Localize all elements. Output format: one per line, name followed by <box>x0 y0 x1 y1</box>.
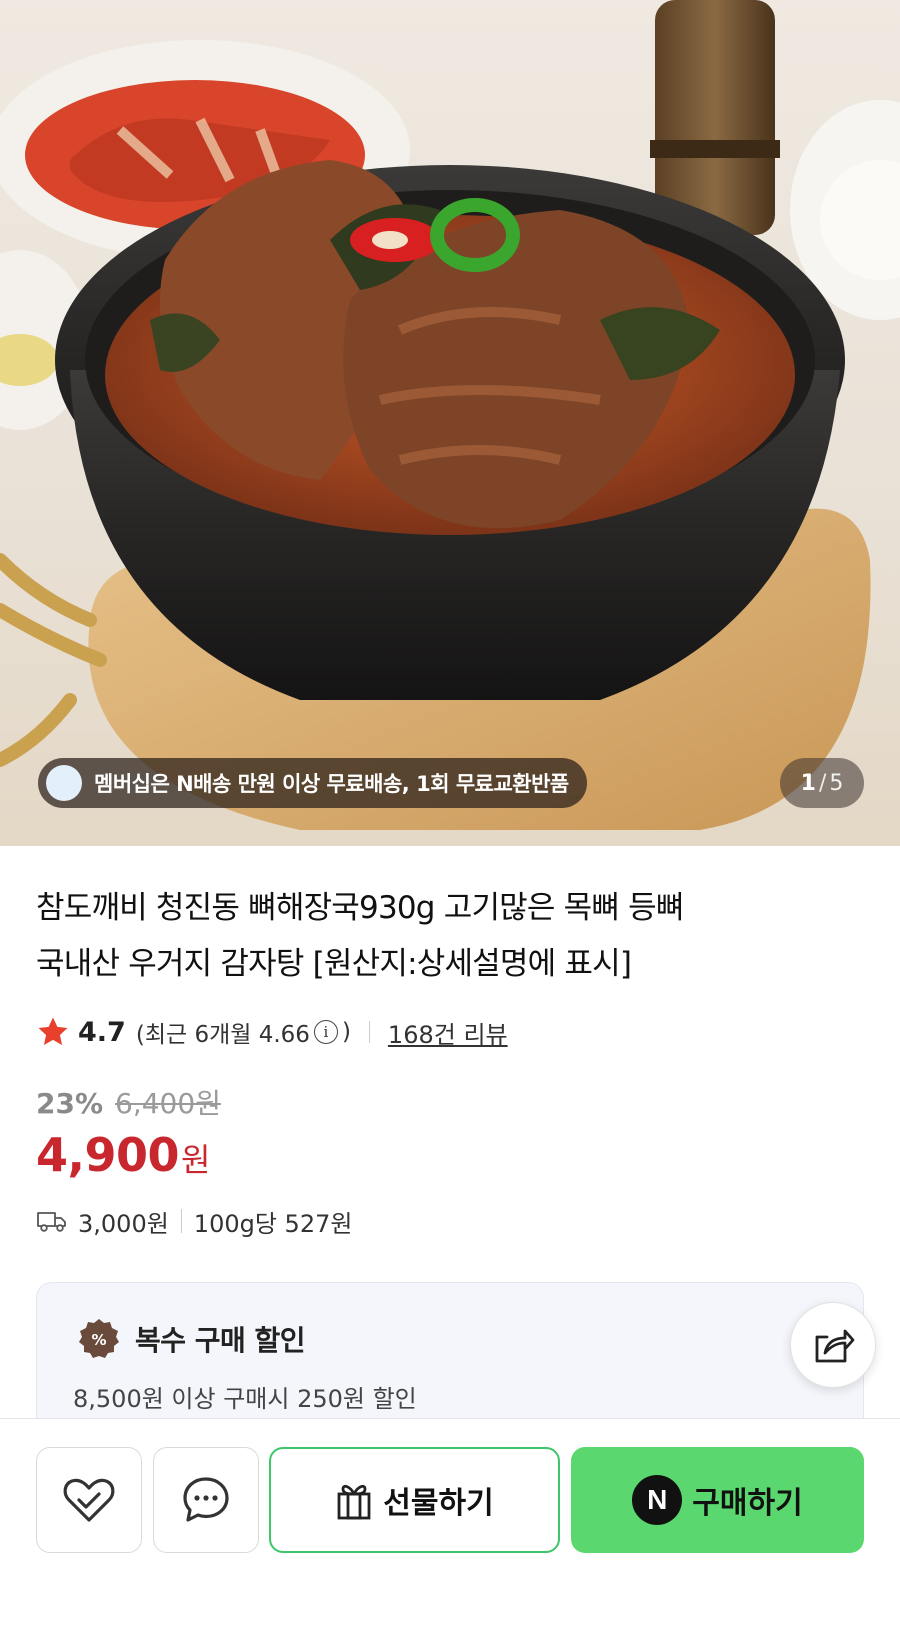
chat-button[interactable] <box>153 1447 259 1553</box>
bulk-discount-title: 복수 구매 할인 <box>135 1324 306 1357</box>
recent-rating-text: (최근 6개월 4.66 <box>135 1022 310 1048</box>
divider <box>368 1021 370 1043</box>
chat-bubble-icon <box>183 1477 229 1522</box>
food-photo <box>0 0 900 830</box>
price-value: 4,900 <box>36 1128 180 1182</box>
recent-rating: (최근 6개월 4.66 i ) <box>136 1015 351 1049</box>
rating-row: 4.7 (최근 6개월 4.66 i ) 168건 리뷰 <box>36 1012 508 1052</box>
truck-icon <box>37 1212 66 1232</box>
pager-separator: / <box>818 770 827 796</box>
product-title: 참도깨비 청진동 뼈해장국930g 고기많은 목뼈 등뼈 국내산 우거지 감자탕… <box>36 880 836 992</box>
discount-rate: 23% <box>36 1087 104 1120</box>
price-unit: 원 <box>181 1141 211 1179</box>
bulk-discount-header: % 복수 구매 할인 <box>77 1317 306 1361</box>
image-pager: 1 / 5 <box>780 758 864 808</box>
shipping-fee: 3,000원 <box>78 1209 169 1238</box>
rating-value: 4.7 <box>78 1016 126 1048</box>
bulk-discount-description: 8,500원 이상 구매시 250원 할인 <box>73 1385 417 1413</box>
discount-badge-label: % <box>91 1331 106 1349</box>
product-title-line-2: 국내산 우거지 감자탕 [원산지:상세설명에 표시] <box>36 946 632 982</box>
membership-banner[interactable]: 멤버십은 N배송 만원 이상 무료배송, 1회 무료교환반품 <box>38 758 587 808</box>
membership-logo-icon <box>46 765 82 801</box>
buy-button[interactable]: N 구매하기 <box>571 1447 864 1553</box>
sale-price: 4,900 원 <box>36 1128 210 1182</box>
divider <box>180 1209 182 1233</box>
pager-current: 1 <box>800 770 816 796</box>
buy-button-label: 구매하기 <box>692 1486 803 1521</box>
review-count-link[interactable]: 168건 리뷰 <box>388 1015 508 1050</box>
naver-pay-logo: N <box>632 1475 683 1525</box>
shipping-row: 3,000원 100g당 527원 <box>36 1204 352 1238</box>
product-title-line-1: 참도깨비 청진동 뼈해장국930g 고기많은 목뼈 등뼈 <box>36 890 684 926</box>
gift-box-icon <box>337 1484 371 1520</box>
gift-button-label: 선물하기 <box>383 1486 494 1521</box>
gift-button[interactable]: 선물하기 <box>269 1447 560 1553</box>
bottom-action-bar: 선물하기 N 구매하기 <box>0 1418 900 1652</box>
product-image[interactable]: 멤버십은 N배송 만원 이상 무료배송, 1회 무료교환반품 1 / 5 <box>0 0 900 846</box>
heart-check-icon <box>63 1478 115 1522</box>
wishlist-button[interactable] <box>36 1447 142 1553</box>
info-icon[interactable]: i <box>313 1020 338 1044</box>
star-icon <box>38 1017 68 1046</box>
membership-banner-text: 멤버십은 N배송 만원 이상 무료배송, 1회 무료교환반품 <box>94 772 569 796</box>
recent-rating-close: ) <box>341 1019 351 1045</box>
discount-row: 23% 6,400원 <box>36 1082 221 1122</box>
unit-price: 100g당 527원 <box>193 1209 353 1238</box>
discount-badge-icon: % <box>79 1319 119 1358</box>
share-button[interactable] <box>790 1302 876 1388</box>
pager-total: 5 <box>829 770 844 796</box>
share-icon <box>815 1329 855 1363</box>
original-price: 6,400원 <box>115 1087 221 1120</box>
